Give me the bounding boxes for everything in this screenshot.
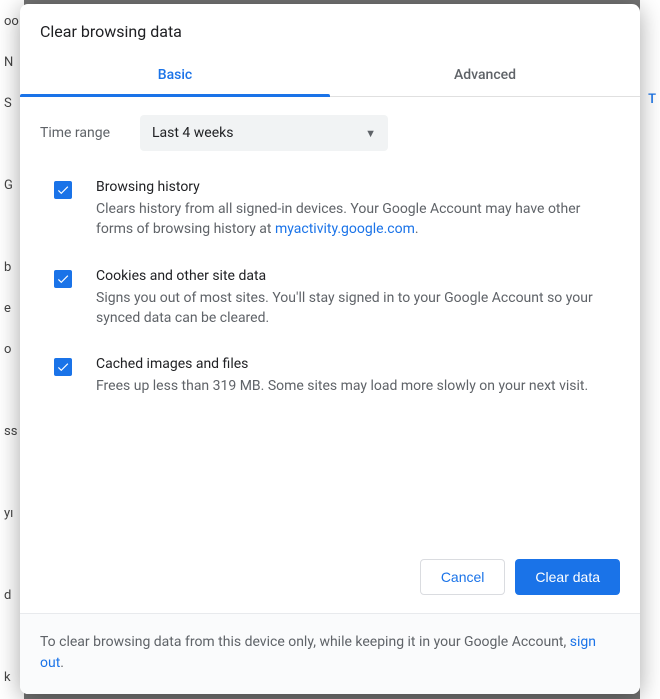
option-text: Cookies and other site data Signs you out… [96, 268, 620, 329]
footer-text-post: . [60, 655, 64, 671]
tabs: Basic Advanced [20, 55, 640, 97]
check-icon [56, 272, 70, 286]
tab-basic-label: Basic [158, 67, 192, 83]
clear-data-button[interactable]: Clear data [515, 559, 620, 595]
time-range-row: Time range Last 4 weeks ▼ [40, 115, 620, 151]
checkbox[interactable] [54, 270, 72, 288]
dialog-body: Time range Last 4 weeks ▼ Browsing histo… [20, 97, 640, 545]
cancel-button-label: Cancel [441, 569, 485, 585]
dialog-title: Clear browsing data [20, 4, 640, 55]
background-right-text: T [648, 92, 656, 107]
option-desc-pre: Frees up less than 319 MB. Some sites ma… [96, 378, 588, 394]
option-title: Browsing history [96, 179, 620, 195]
checkbox[interactable] [54, 181, 72, 199]
time-range-label: Time range [40, 125, 140, 141]
dialog-actions: Cancel Clear data [20, 545, 640, 613]
dialog-footer: To clear browsing data from this device … [20, 613, 640, 694]
check-icon [56, 183, 70, 197]
option-title: Cookies and other site data [96, 268, 620, 284]
tab-advanced-label: Advanced [454, 67, 516, 83]
option-title: Cached images and files [96, 356, 588, 372]
footer-text-pre: To clear browsing data from this device … [40, 634, 570, 650]
time-range-select[interactable]: Last 4 weeks ▼ [140, 115, 388, 151]
option-desc-pre: Signs you out of most sites. You'll stay… [96, 290, 593, 326]
option-text: Browsing history Clears history from all … [96, 179, 620, 240]
option-row: Cached images and files Frees up less tha… [40, 356, 620, 424]
option-description: Frees up less than 319 MB. Some sites ma… [96, 376, 588, 396]
time-range-value: Last 4 weeks [152, 125, 233, 141]
tab-basic[interactable]: Basic [20, 55, 330, 96]
option-row: Cookies and other site data Signs you out… [40, 268, 620, 357]
option-desc-post: . [415, 221, 419, 237]
cancel-button[interactable]: Cancel [420, 559, 506, 595]
clear-browsing-data-dialog: Clear browsing data Basic Advanced Time … [20, 4, 640, 694]
chevron-down-icon: ▼ [365, 127, 376, 140]
option-link[interactable]: myactivity.google.com [275, 221, 415, 237]
option-description: Signs you out of most sites. You'll stay… [96, 288, 620, 329]
check-icon [56, 360, 70, 374]
tab-advanced[interactable]: Advanced [330, 55, 640, 96]
option-description: Clears history from all signed-in device… [96, 199, 620, 240]
option-row: Browsing history Clears history from all … [40, 179, 620, 268]
checkbox[interactable] [54, 358, 72, 376]
option-text: Cached images and files Frees up less tha… [96, 356, 588, 396]
clear-data-button-label: Clear data [535, 569, 600, 585]
